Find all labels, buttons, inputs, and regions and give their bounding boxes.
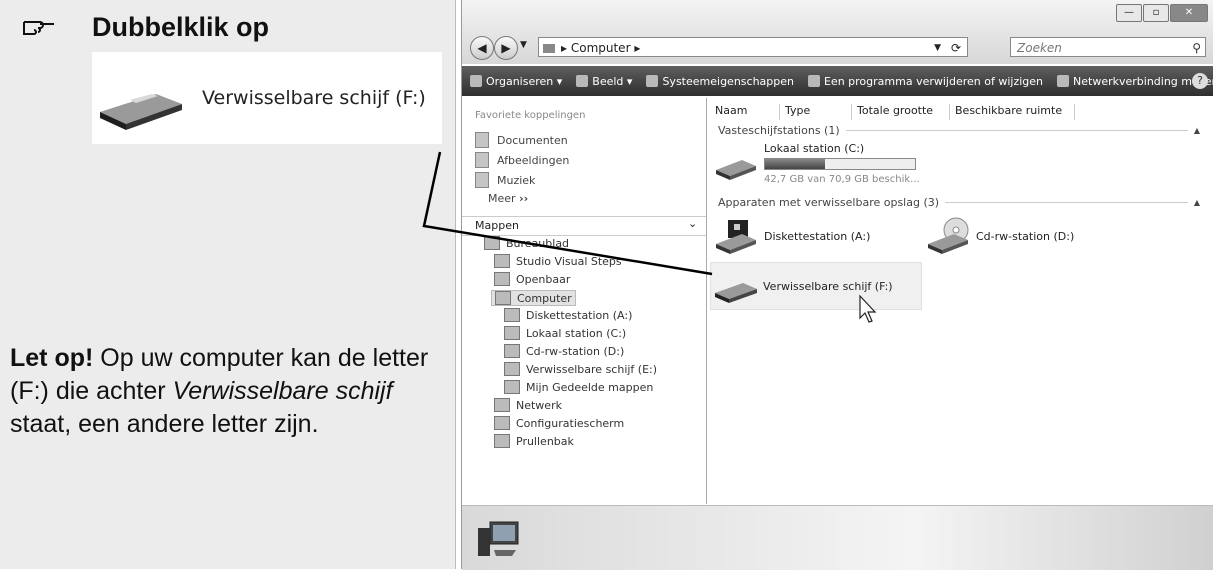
callout-connector xyxy=(422,151,713,276)
